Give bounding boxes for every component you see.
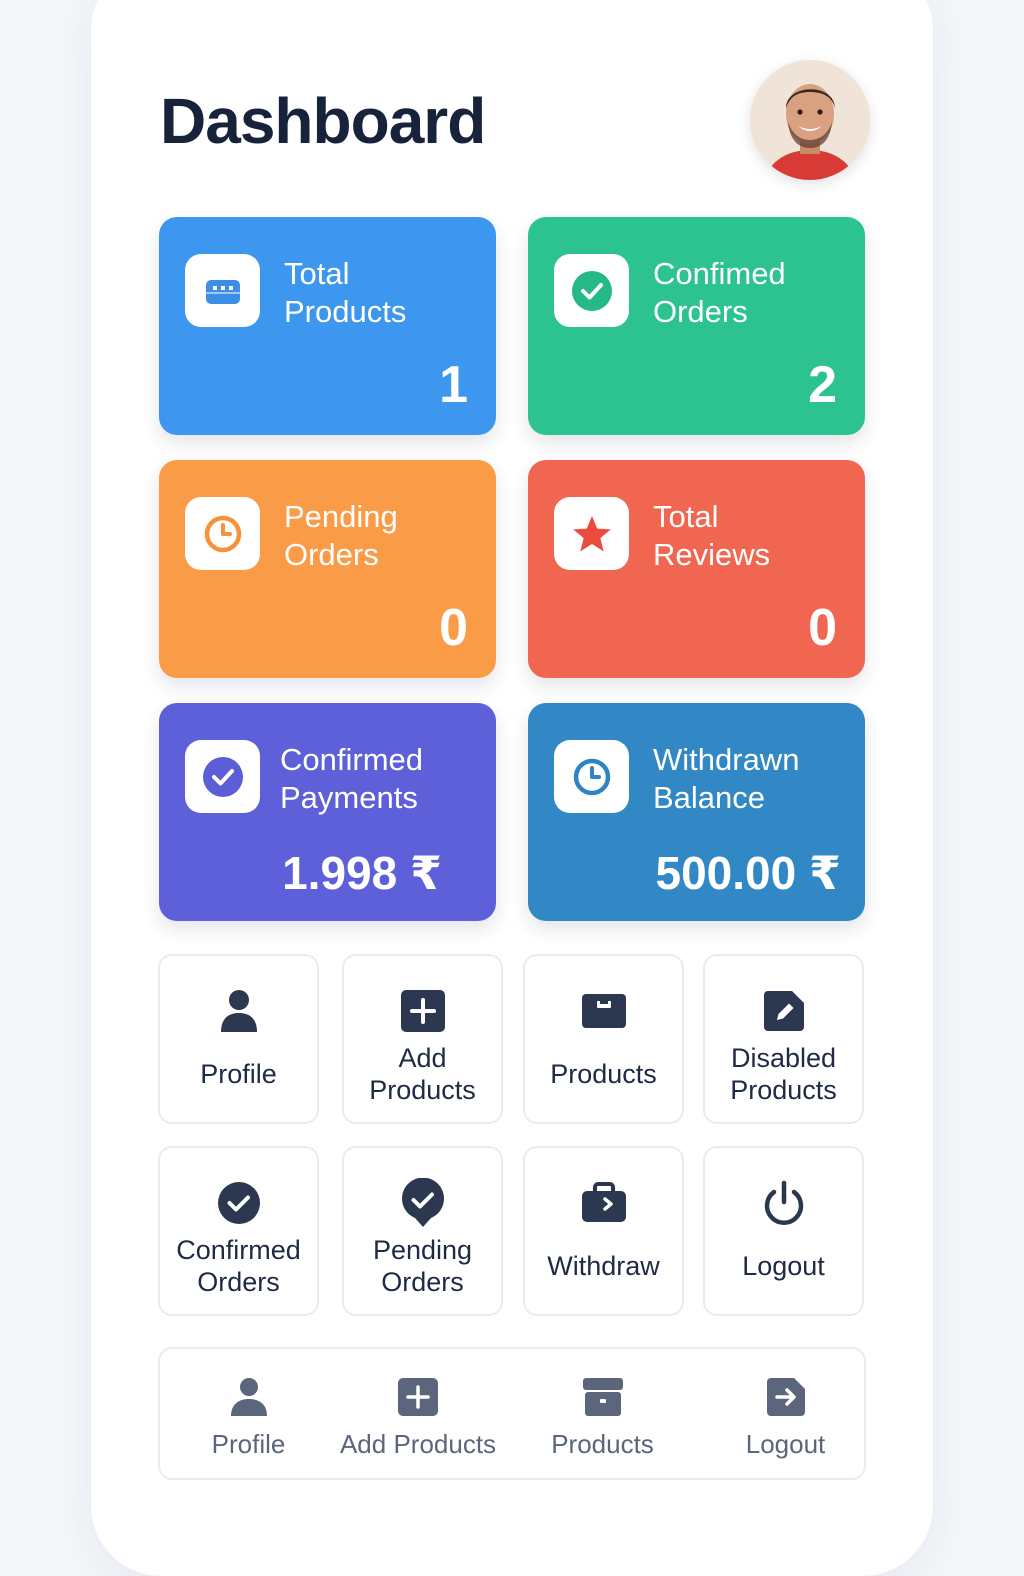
bottom-nav-profile[interactable]: Profile <box>160 1375 337 1459</box>
menu-tile-pending-orders[interactable]: Pending Orders <box>342 1146 503 1316</box>
power-icon <box>762 1178 806 1228</box>
bottom-nav-label: Products <box>551 1429 654 1459</box>
star-icon <box>554 497 629 570</box>
menu-tile-label: Logout <box>742 1251 825 1281</box>
bottom-nav-label: Add Products <box>339 1429 497 1459</box>
user-icon <box>230 1375 268 1419</box>
stat-card-total-reviews[interactable]: Total Reviews 0 <box>528 460 865 678</box>
archive-icon <box>582 1375 624 1419</box>
bottom-nav: Profile Add Products Products Logout <box>158 1347 866 1480</box>
stat-value: 1.998 ₹ <box>282 847 442 899</box>
menu-tile-label: Profile <box>200 1059 277 1089</box>
menu-tile-logout[interactable]: Logout <box>703 1146 864 1316</box>
user-icon <box>219 986 259 1036</box>
menu-tile-label: Add Products <box>369 1043 476 1105</box>
stat-label: Total Products <box>284 256 407 329</box>
stat-card-pending-orders[interactable]: Pending Orders 0 <box>159 460 496 678</box>
box-icon <box>185 254 260 327</box>
plus-square-icon <box>397 1375 439 1419</box>
check-badge-icon <box>401 1178 445 1228</box>
menu-tile-label: Confirmed Orders <box>176 1235 301 1297</box>
menu-tile-profile[interactable]: Profile <box>158 954 319 1124</box>
stat-label: Confimed Orders <box>653 256 786 329</box>
menu-tile-products[interactable]: Products <box>523 954 684 1124</box>
menu-tile-add-products[interactable]: Add Products <box>342 954 503 1124</box>
stat-card-withdrawn-balance[interactable]: Withdrawn Balance 500.00 ₹ <box>528 703 865 921</box>
stat-card-total-products[interactable]: Total Products 1 <box>159 217 496 435</box>
stat-value: 500.00 ₹ <box>655 847 841 899</box>
bottom-nav-logout[interactable]: Logout <box>697 1375 874 1459</box>
stat-label: Withdrawn Balance <box>653 742 800 815</box>
menu-tile-withdraw[interactable]: Withdraw <box>523 1146 684 1316</box>
menu-tile-label: Disabled Products <box>730 1043 837 1105</box>
plus-square-icon <box>400 986 446 1036</box>
page-title: Dashboard <box>160 85 486 157</box>
check-circle-icon <box>554 254 629 327</box>
clock-icon <box>554 740 629 813</box>
menu-tile-disabled-products[interactable]: Disabled Products <box>703 954 864 1124</box>
menu-tile-confirmed-orders[interactable]: Confirmed Orders <box>158 1146 319 1316</box>
bottom-nav-add-products[interactable]: Add Products <box>328 1375 508 1459</box>
stat-value: 2 <box>808 356 837 414</box>
stat-label: Confirmed Payments <box>280 742 423 815</box>
stat-value: 0 <box>439 599 468 657</box>
stat-label: Pending Orders <box>284 499 398 572</box>
stat-value: 1 <box>439 356 468 414</box>
avatar[interactable] <box>750 60 870 180</box>
stat-card-confirmed-orders[interactable]: Confimed Orders 2 <box>528 217 865 435</box>
edit-icon <box>762 986 806 1036</box>
menu-tile-label: Withdraw <box>547 1251 660 1281</box>
check-circle-icon <box>217 1178 261 1228</box>
menu-tile-label: Products <box>550 1059 657 1089</box>
bottom-nav-label: Profile <box>211 1429 286 1459</box>
check-circle-icon <box>185 740 260 813</box>
menu-tile-label: Pending Orders <box>372 1235 473 1297</box>
stat-card-confirmed-payments[interactable]: Confirmed Payments 1.998 ₹ <box>159 703 496 921</box>
logout-icon <box>766 1375 806 1419</box>
wallet-icon <box>581 1178 627 1228</box>
bottom-nav-products[interactable]: Products <box>514 1375 691 1459</box>
bottom-nav-label: Logout <box>745 1429 826 1459</box>
user-photo <box>750 60 870 180</box>
clock-icon <box>185 497 260 570</box>
box-icon <box>581 986 627 1036</box>
stat-label: Total Reviews <box>653 499 771 572</box>
stat-value: 0 <box>808 599 837 657</box>
